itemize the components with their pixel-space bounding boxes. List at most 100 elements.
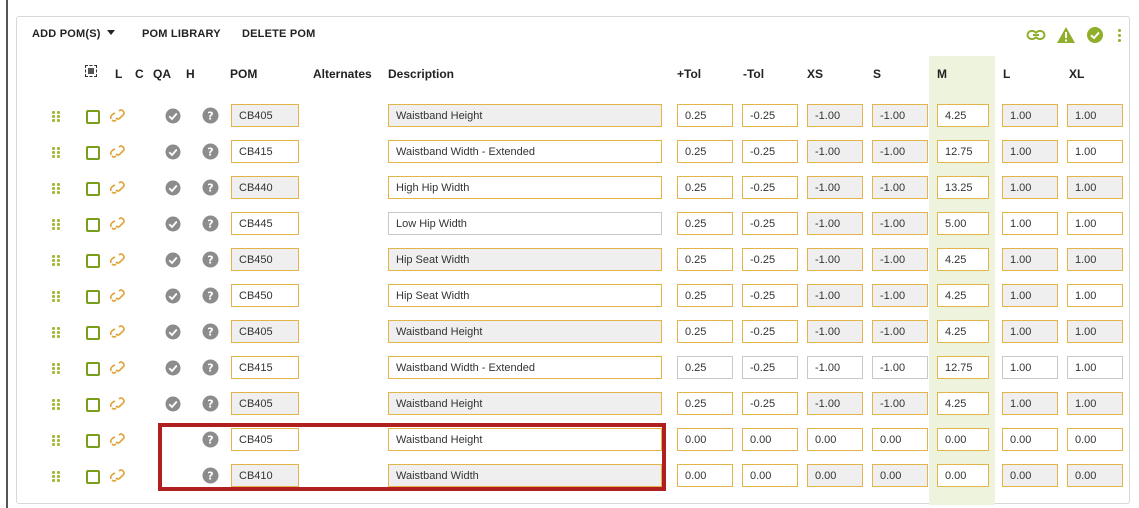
qa-check-icon[interactable] (165, 324, 181, 340)
minus-tol-field[interactable]: 0.00 (742, 428, 798, 451)
plus-tol-field[interactable]: 0.25 (677, 392, 733, 415)
plus-tol-field[interactable]: 0.25 (677, 212, 733, 235)
qa-check-icon[interactable] (165, 144, 181, 160)
drag-handle-icon[interactable] (52, 471, 60, 482)
s-field[interactable]: -1.00 (872, 284, 928, 307)
m-field[interactable]: 0.00 (937, 428, 989, 451)
s-field[interactable]: -1.00 (872, 176, 928, 199)
pom-field[interactable]: CB445 (231, 212, 299, 235)
kebab-menu-icon[interactable] (1118, 28, 1121, 42)
help-icon[interactable]: ? (202, 467, 219, 484)
xl-field[interactable]: 1.00 (1067, 284, 1123, 307)
header-plus-tol[interactable]: +Tol (677, 67, 701, 81)
pom-field[interactable]: CB405 (231, 392, 299, 415)
drag-handle-icon[interactable] (52, 291, 60, 302)
header-l-size[interactable]: L (1003, 67, 1010, 81)
delete-pom-button[interactable]: DELETE POM (242, 28, 316, 40)
header-minus-tol[interactable]: -Tol (743, 67, 764, 81)
row-checkbox[interactable] (86, 362, 100, 376)
pom-field[interactable]: CB450 (231, 284, 299, 307)
m-field[interactable]: 4.25 (937, 392, 989, 415)
row-checkbox[interactable] (86, 182, 100, 196)
drag-handle-icon[interactable] (52, 327, 60, 338)
description-field[interactable]: Low Hip Width (388, 212, 662, 235)
row-checkbox[interactable] (86, 218, 100, 232)
drag-handle-icon[interactable] (52, 147, 60, 158)
row-checkbox[interactable] (86, 434, 100, 448)
plus-tol-field[interactable]: 0.00 (677, 464, 733, 487)
header-h[interactable]: H (186, 67, 195, 81)
description-field[interactable]: Waistband Height (388, 320, 662, 343)
pom-field[interactable]: CB405 (231, 320, 299, 343)
description-field[interactable]: Waistband Width - Extended (388, 356, 662, 379)
unlink-icon[interactable] (109, 180, 127, 196)
unlink-icon[interactable] (109, 216, 127, 232)
l-field[interactable]: 1.00 (1002, 176, 1058, 199)
description-field[interactable]: Hip Seat Width (388, 248, 662, 271)
unlink-icon[interactable] (109, 432, 127, 448)
description-field[interactable]: Waistband Width (388, 464, 662, 487)
plus-tol-field[interactable]: 0.25 (677, 104, 733, 127)
m-field[interactable]: 12.75 (937, 140, 989, 163)
xs-field[interactable]: -1.00 (807, 104, 863, 127)
xs-field[interactable]: -1.00 (807, 248, 863, 271)
help-icon[interactable]: ? (202, 107, 219, 124)
xs-field[interactable]: -1.00 (807, 284, 863, 307)
plus-tol-field[interactable]: 0.25 (677, 320, 733, 343)
l-field[interactable]: 1.00 (1002, 284, 1058, 307)
s-field[interactable]: -1.00 (872, 140, 928, 163)
m-field[interactable]: 4.25 (937, 248, 989, 271)
qa-check-icon[interactable] (165, 360, 181, 376)
drag-handle-icon[interactable] (52, 183, 60, 194)
qa-check-icon[interactable] (165, 288, 181, 304)
pom-field[interactable]: CB405 (231, 428, 299, 451)
xs-field[interactable]: -1.00 (807, 212, 863, 235)
drag-handle-icon[interactable] (52, 219, 60, 230)
qa-check-icon[interactable] (165, 180, 181, 196)
qa-check-icon[interactable] (165, 216, 181, 232)
xl-field[interactable]: 1.00 (1067, 176, 1123, 199)
qa-check-icon[interactable] (165, 252, 181, 268)
s-field[interactable]: -1.00 (872, 104, 928, 127)
xs-field[interactable]: -1.00 (807, 176, 863, 199)
warning-icon[interactable] (1056, 26, 1076, 44)
xs-field[interactable]: -1.00 (807, 392, 863, 415)
pom-field[interactable]: CB415 (231, 140, 299, 163)
description-field[interactable]: Hip Seat Width (388, 284, 662, 307)
m-field[interactable]: 4.25 (937, 320, 989, 343)
minus-tol-field[interactable]: -0.25 (742, 392, 798, 415)
plus-tol-field[interactable]: 0.25 (677, 140, 733, 163)
xl-field[interactable]: 0.00 (1067, 428, 1123, 451)
xl-field[interactable]: 1.00 (1067, 248, 1123, 271)
xl-field[interactable]: 1.00 (1067, 320, 1123, 343)
xs-field[interactable]: -1.00 (807, 140, 863, 163)
help-icon[interactable]: ? (202, 215, 219, 232)
description-field[interactable]: Waistband Width - Extended (388, 140, 662, 163)
header-alternates[interactable]: Alternates (313, 67, 372, 81)
header-qa[interactable]: QA (153, 67, 171, 81)
m-field[interactable]: 4.25 (937, 104, 989, 127)
help-icon[interactable]: ? (202, 323, 219, 340)
s-field[interactable]: 0.00 (872, 428, 928, 451)
header-xl[interactable]: XL (1069, 67, 1084, 81)
description-field[interactable]: Waistband Height (388, 392, 662, 415)
help-icon[interactable]: ? (202, 395, 219, 412)
description-field[interactable]: High Hip Width (388, 176, 662, 199)
header-c[interactable]: C (135, 67, 144, 81)
m-field[interactable]: 5.00 (937, 212, 989, 235)
minus-tol-field[interactable]: -0.25 (742, 176, 798, 199)
drag-handle-icon[interactable] (52, 435, 60, 446)
qa-check-icon[interactable] (165, 396, 181, 412)
m-field[interactable]: 12.75 (937, 356, 989, 379)
s-field[interactable]: -1.00 (872, 356, 928, 379)
minus-tol-field[interactable]: -0.25 (742, 212, 798, 235)
minus-tol-field[interactable]: -0.25 (742, 104, 798, 127)
row-checkbox[interactable] (86, 470, 100, 484)
minus-tol-field[interactable]: -0.25 (742, 356, 798, 379)
minus-tol-field[interactable]: -0.25 (742, 248, 798, 271)
minus-tol-field[interactable]: -0.25 (742, 284, 798, 307)
pom-field[interactable]: CB440 (231, 176, 299, 199)
plus-tol-field[interactable]: 0.25 (677, 284, 733, 307)
xs-field[interactable]: 0.00 (807, 428, 863, 451)
l-field[interactable]: 1.00 (1002, 212, 1058, 235)
